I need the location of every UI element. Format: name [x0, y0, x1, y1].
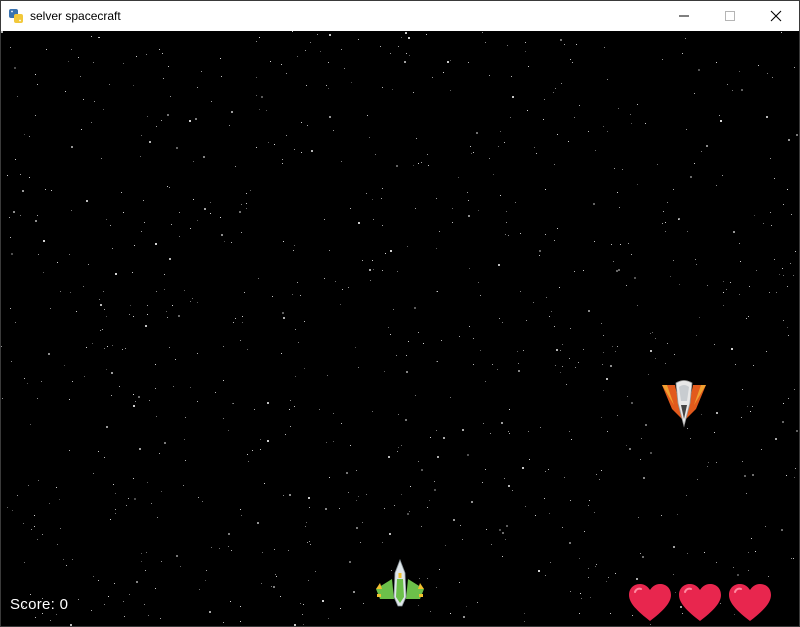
lives-indicator [627, 583, 777, 623]
player-spaceship-icon [376, 559, 424, 607]
starfield-background [1, 31, 798, 626]
window-controls [661, 1, 799, 31]
game-window: selver spacecraft Score: 0 [0, 0, 800, 627]
maximize-icon [725, 11, 735, 21]
window-title: selver spacecraft [30, 9, 121, 23]
close-button[interactable] [753, 1, 799, 31]
heart-icon [729, 584, 771, 621]
score-label: Score: 0 [10, 596, 69, 613]
close-icon [770, 10, 782, 22]
python-icon [9, 9, 23, 23]
heart-icon [629, 584, 671, 621]
title-bar[interactable]: selver spacecraft [1, 1, 799, 31]
maximize-button[interactable] [707, 1, 753, 31]
game-canvas[interactable]: Score: 0 [1, 31, 799, 626]
minimize-button[interactable] [661, 1, 707, 31]
minimize-icon [679, 15, 689, 17]
heart-icon [679, 584, 721, 621]
enemy-spaceship-icon [662, 380, 706, 428]
